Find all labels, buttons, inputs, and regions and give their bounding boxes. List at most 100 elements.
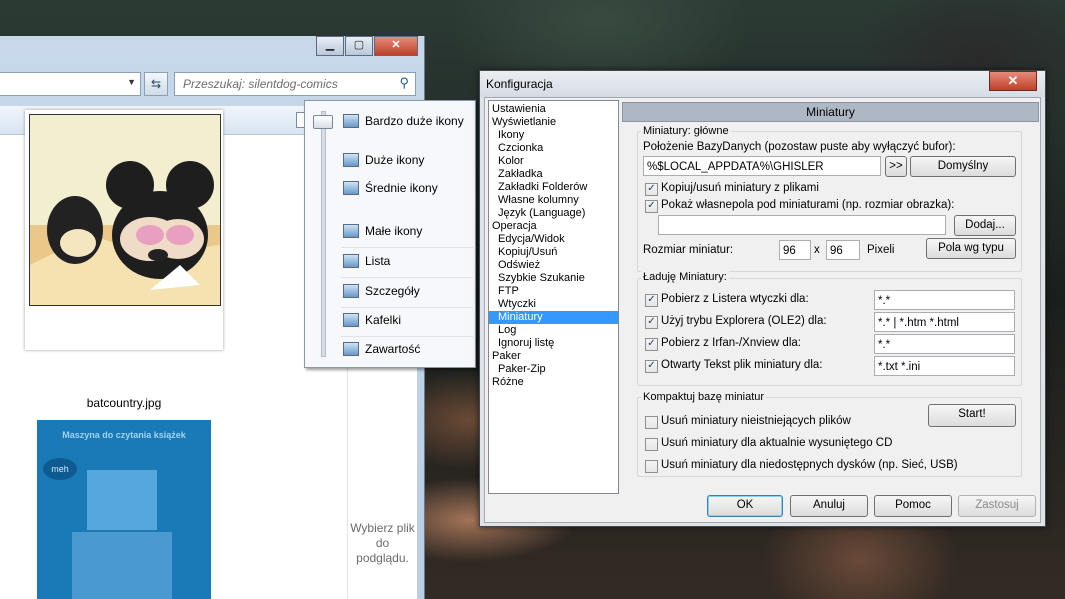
menu-separator [341, 277, 473, 278]
text-thumbnail-input[interactable]: *.txt *.ini [874, 356, 1015, 376]
lister-plugin-checkbox[interactable]: ✓ [645, 294, 658, 307]
search-placeholder: Przeszukaj: silentdog-comics [183, 77, 338, 91]
settings-tree[interactable]: Ustawienia Wyświetlanie Ikony Czcionka Kolor… [488, 100, 619, 494]
menu-item-label: Zawartość [365, 342, 421, 356]
copy-delete-checkbox[interactable]: ✓ [645, 183, 658, 196]
address-bar[interactable]: ▼ [0, 72, 141, 96]
menu-item-details[interactable]: Szczegóły [343, 280, 473, 302]
chevron-down-icon[interactable]: ▼ [127, 77, 136, 87]
details-view-icon [343, 284, 359, 298]
menu-item-list[interactable]: Lista [343, 250, 473, 272]
tree-item[interactable]: Własne kolumny [498, 194, 579, 207]
remove-cd-checkbox[interactable] [645, 438, 658, 451]
lister-plugin-input[interactable]: *.* [874, 290, 1015, 310]
thumb-height-input[interactable]: 96 [826, 240, 860, 260]
remove-nonexistent-checkbox[interactable] [645, 416, 658, 429]
view-size-slider[interactable] [321, 111, 326, 357]
tree-item[interactable]: Kolor [498, 155, 524, 168]
menu-item-label: Średnie ikony [365, 181, 438, 195]
tree-item[interactable]: Miniatury [489, 311, 618, 324]
tree-item[interactable]: Zakładki Folderów [498, 181, 587, 194]
robot-title-text: Maszyna do czytania książek [62, 430, 186, 440]
menu-item-large-icons[interactable]: Duże ikony [343, 149, 473, 171]
extra-large-icons-icon [343, 114, 359, 128]
batcountry-image [29, 114, 221, 306]
thumb-width-input[interactable]: 96 [779, 240, 811, 260]
custom-fields-checkbox[interactable]: ✓ [645, 200, 658, 213]
help-button[interactable]: Pomoc [874, 495, 952, 517]
thumbnail-robot[interactable]: Maszyna do czytania książek meh [37, 420, 211, 599]
tree-item[interactable]: Log [498, 324, 516, 337]
tree-item[interactable]: Zakładka [498, 168, 543, 181]
browse-button[interactable]: >> [885, 156, 907, 177]
cartoon-illustration [30, 115, 220, 305]
search-icon[interactable]: ⚲ [399, 75, 409, 91]
explorer-mode-label: Użyj trybu Explorera (OLE2) dla: [661, 315, 827, 327]
dialog-title: Konfiguracja [486, 77, 553, 91]
tree-item[interactable]: Szybkie Szukanie [498, 272, 585, 285]
dialog-titlebar[interactable]: Konfiguracja ✕ [480, 71, 1045, 97]
tree-item[interactable]: Ignoruj listę [498, 337, 554, 350]
menu-separator [341, 336, 473, 337]
custom-fields-input[interactable] [658, 215, 946, 235]
default-button[interactable]: Domyślny [910, 156, 1016, 177]
tree-item[interactable]: Ikony [498, 129, 524, 142]
tree-item[interactable]: Czcionka [498, 142, 543, 155]
tree-item[interactable]: Operacja [492, 220, 537, 233]
tree-item[interactable]: Edycja/Widok [498, 233, 565, 246]
irfan-xnview-label: Pobierz z Irfan-/Xnview dla: [661, 337, 801, 349]
irfan-xnview-checkbox[interactable]: ✓ [645, 338, 658, 351]
file-name-batcountry[interactable]: batcountry.jpg [25, 396, 223, 410]
remove-unavailable-checkbox[interactable] [645, 460, 658, 473]
group-legend: Miniatury: główne [641, 125, 731, 137]
tree-item[interactable]: Ustawienia [492, 103, 546, 116]
cancel-button[interactable]: Anuluj [790, 495, 868, 517]
tree-item[interactable]: Paker [492, 350, 521, 363]
tree-item[interactable]: Odśwież [498, 259, 540, 272]
ok-button[interactable]: OK [707, 495, 783, 517]
search-input[interactable]: Przeszukaj: silentdog-comics ⚲ [174, 72, 416, 96]
menu-item-extra-large-icons[interactable]: Bardzo duże ikony [343, 110, 473, 132]
db-location-input[interactable]: %$LOCAL_APPDATA%\GHISLER [643, 156, 881, 176]
view-size-menu: Bardzo duże ikony Duże ikony Średnie iko… [304, 100, 476, 368]
content-view-icon [343, 342, 359, 356]
explorer-mode-input[interactable]: *.* | *.htm *.html [874, 312, 1015, 332]
robot-body-shape [72, 532, 172, 599]
robot-head-shape [87, 470, 157, 530]
tree-item[interactable]: Kopiuj/Usuń [498, 246, 557, 259]
group-legend: Ładuję Miniatury: [641, 271, 729, 283]
maximize-button[interactable]: ▢ [345, 36, 373, 56]
fields-by-type-button[interactable]: Pola wg typu [926, 238, 1016, 259]
menu-item-medium-icons[interactable]: Średnie ikony [343, 177, 473, 199]
text-thumbnail-checkbox[interactable]: ✓ [645, 360, 658, 373]
refresh-icon[interactable]: ⇆ [144, 72, 168, 96]
apply-button[interactable]: Zastosuj [958, 495, 1036, 517]
irfan-xnview-input[interactable]: *.* [874, 334, 1015, 354]
tree-item[interactable]: Różne [492, 376, 524, 389]
size-separator: x [814, 244, 820, 256]
list-view-icon [343, 254, 359, 268]
text-thumbnail-label: Otwarty Tekst plik miniatury dla: [661, 359, 823, 371]
menu-item-small-icons[interactable]: Małe ikony [343, 220, 473, 242]
menu-separator [341, 247, 473, 248]
thumbnail-batcountry[interactable] [25, 110, 223, 350]
explorer-mode-checkbox[interactable]: ✓ [645, 316, 658, 329]
slider-handle[interactable] [313, 115, 333, 129]
tree-item[interactable]: FTP [498, 285, 519, 298]
tree-item[interactable]: Język (Language) [498, 207, 585, 220]
tree-item[interactable]: Wtyczki [498, 298, 536, 311]
menu-item-label: Szczegóły [365, 284, 420, 298]
start-button[interactable]: Start! [928, 404, 1016, 427]
minimize-button[interactable]: ▁ [316, 36, 344, 56]
close-button[interactable]: ✕ [374, 36, 418, 56]
menu-item-content[interactable]: Zawartość [343, 338, 473, 360]
lister-plugin-label: Pobierz z Listera wtyczki dla: [661, 293, 809, 305]
medium-icons-icon [343, 181, 359, 195]
tree-item[interactable]: Wyświetlanie [492, 116, 556, 129]
tree-item[interactable]: Paker-Zip [498, 363, 546, 376]
close-icon[interactable]: ✕ [989, 71, 1037, 91]
preview-hint: Wybierz plik do podglądu. [350, 521, 415, 565]
add-button[interactable]: Dodaj... [954, 215, 1016, 236]
group-legend: Kompaktuj bazę miniatur [641, 391, 767, 403]
menu-item-tiles[interactable]: Kafelki [343, 309, 473, 331]
